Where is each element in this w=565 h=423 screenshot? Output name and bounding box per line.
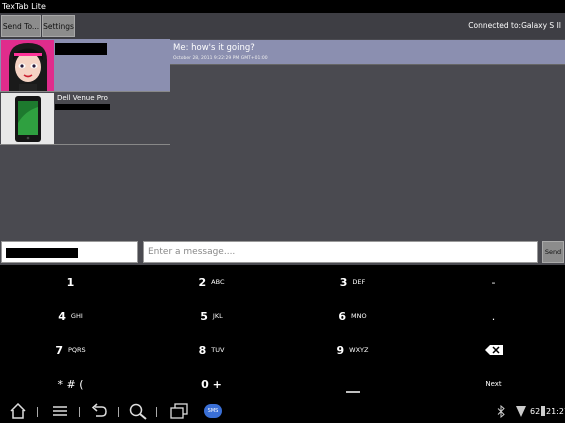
backspace-key[interactable] xyxy=(423,333,564,367)
numeric-keyboard: 1 2 ABC 3 DEF - 4 GHI 5 JKL 6 MNO . 7 PQ… xyxy=(0,265,565,400)
battery-level: 62 xyxy=(530,407,541,416)
key-letters: MNO xyxy=(351,312,367,320)
key-letters: PQRS xyxy=(67,346,86,354)
clock: 21:27 xyxy=(546,407,565,416)
nav-divider xyxy=(79,407,80,417)
key-letters: TUV xyxy=(211,346,225,354)
message-timestamp: October 28, 2011 9:22:29 PM GMT+01:00 xyxy=(173,56,268,61)
send-to-button[interactable]: Send To... xyxy=(1,15,41,37)
connection-status: Connected to:Galaxy S II xyxy=(468,21,561,30)
key-letters: GHI xyxy=(70,312,83,320)
message-input[interactable] xyxy=(143,241,538,263)
contact-avatar xyxy=(1,93,54,144)
menu-icon[interactable] xyxy=(52,403,68,419)
key-digit: 5 xyxy=(200,309,208,323)
nav-divider xyxy=(118,407,119,417)
home-icon[interactable] xyxy=(9,403,27,419)
key-6[interactable]: 6 MNO xyxy=(282,299,423,333)
key-symbol: - xyxy=(491,275,496,289)
key-period[interactable]: . xyxy=(423,299,564,333)
key-letters: ABC xyxy=(211,278,225,286)
key-8[interactable]: 8 TUV xyxy=(141,333,282,367)
key-symbol: Next xyxy=(485,380,502,388)
contact-list: Dell Venue Pro xyxy=(0,39,171,239)
send-button[interactable]: Send xyxy=(542,241,564,263)
nav-divider xyxy=(156,407,157,417)
key-7[interactable]: 7 PQRS xyxy=(0,333,141,367)
battery-icon xyxy=(541,406,545,416)
recent-apps-icon[interactable] xyxy=(170,403,188,419)
key-2[interactable]: 2 ABC xyxy=(141,265,282,299)
key-9[interactable]: 9 WXYZ xyxy=(282,333,423,367)
app-title: TexTab Lite xyxy=(0,0,565,13)
message-item[interactable]: Me: how's it going? October 28, 2011 9:2… xyxy=(170,40,565,65)
contact-item[interactable]: Dell Venue Pro xyxy=(0,92,170,145)
key-digit: 1 xyxy=(66,275,75,289)
key-digit: 6 xyxy=(338,309,347,323)
key-4[interactable]: 4 GHI xyxy=(0,299,141,333)
message-text: Me: how's it going? xyxy=(173,43,255,53)
redacted-name xyxy=(55,43,107,55)
space-bar-icon xyxy=(345,391,360,393)
key-letters: WXYZ xyxy=(349,346,369,354)
space-key[interactable] xyxy=(282,367,423,401)
system-navbar: SMS 62 21:27 xyxy=(0,400,565,423)
toolbar: Send To... Settings Connected to:Galaxy … xyxy=(0,13,565,39)
contact-avatar xyxy=(1,40,54,91)
composer: Send xyxy=(0,239,565,265)
key-letters: DEF xyxy=(352,278,366,286)
sms-notification-icon[interactable]: SMS xyxy=(204,404,222,418)
signal-icon xyxy=(516,406,526,417)
recipient-field[interactable] xyxy=(1,241,138,263)
search-icon[interactable] xyxy=(128,403,148,420)
key-5[interactable]: 5 JKL xyxy=(141,299,282,333)
contact-name: Dell Venue Pro xyxy=(57,94,108,102)
key-digit: 8 xyxy=(198,343,207,357)
message-thread: Me: how's it going? October 28, 2011 9:2… xyxy=(170,39,565,239)
key-digit: 4 xyxy=(58,309,66,323)
key-letters: JKL xyxy=(212,312,223,320)
key-digit: * # ( xyxy=(57,377,84,391)
settings-button[interactable]: Settings xyxy=(42,15,75,37)
key-digit: 9 xyxy=(336,343,345,357)
key-digit: 2 xyxy=(198,275,207,289)
back-icon[interactable] xyxy=(90,403,108,419)
next-key[interactable]: Next xyxy=(423,367,564,401)
key-3[interactable]: 3 DEF xyxy=(282,265,423,299)
key-digit: 3 xyxy=(339,275,348,289)
key-symbol: . xyxy=(491,309,496,323)
bluetooth-icon xyxy=(497,405,505,418)
key-symbols[interactable]: * # ( xyxy=(0,367,141,401)
key-1[interactable]: 1 xyxy=(0,265,141,299)
key-0[interactable]: 0 + xyxy=(141,367,282,401)
contact-item[interactable] xyxy=(0,39,170,92)
key-dash[interactable]: - xyxy=(423,265,564,299)
key-digit: 7 xyxy=(55,343,63,357)
redacted-number xyxy=(55,104,110,110)
backspace-icon xyxy=(484,345,503,355)
redacted-recipient xyxy=(6,248,78,258)
key-digit: 0 + xyxy=(201,377,222,391)
nav-divider xyxy=(37,407,38,417)
